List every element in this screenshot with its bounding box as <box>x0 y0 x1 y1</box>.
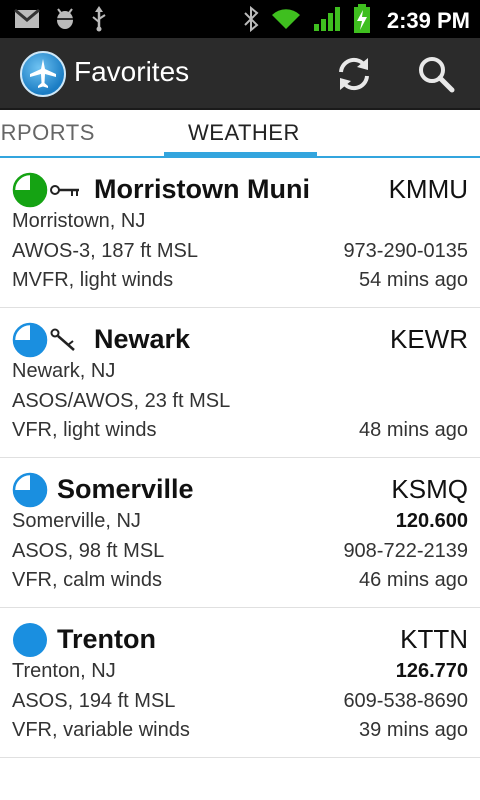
airport-location: Morristown, NJ <box>12 210 146 232</box>
tab-airports[interactable]: IRPORTS <box>0 120 95 146</box>
airport-ident: KMMU <box>388 174 468 204</box>
page-title: Favorites <box>74 56 190 87</box>
flight-category-vfr-icon <box>12 322 48 358</box>
tab-weather[interactable]: WEATHER <box>188 120 300 146</box>
android-debug-icon <box>54 7 76 35</box>
phone-number[interactable]: 973-290-0135 <box>343 240 468 263</box>
airport-location: Somerville, NJ <box>12 510 141 532</box>
list-item[interactable]: Somerville KSMQ Somerville, NJ ASOS, 98 … <box>0 458 480 608</box>
gmail-icon <box>14 8 40 33</box>
wifi-icon <box>271 7 301 35</box>
refresh-icon <box>339 57 369 91</box>
search-icon <box>419 57 455 93</box>
tab-bar: IRPORTS WEATHER <box>0 110 480 158</box>
usb-icon <box>90 6 108 36</box>
airport-ident: KSMQ <box>391 474 468 504</box>
flight-category-vfr-icon <box>12 472 48 508</box>
report-age: 48 mins ago <box>359 419 468 441</box>
status-bar: 2:39 PM <box>0 0 480 38</box>
phone-number[interactable]: 908-722-2139 <box>343 540 468 563</box>
wind-barb-icon <box>50 328 75 351</box>
weather-station: ASOS, 194 ft MSL <box>12 690 176 712</box>
weather-station: ASOS, 98 ft MSL <box>12 540 165 562</box>
signal-icon <box>313 6 341 36</box>
list-item[interactable]: Newark KEWR Newark, NJ ASOS/AWOS, 23 ft … <box>0 308 480 458</box>
bluetooth-icon <box>243 5 259 36</box>
flight-category-mvfr-icon <box>12 172 48 208</box>
battery-charging-icon <box>353 4 371 38</box>
airport-name: Somerville <box>57 474 194 504</box>
frequency: 126.770 <box>395 660 468 682</box>
status-clock: 2:39 PM <box>386 8 470 33</box>
action-bar: Favorites <box>0 38 480 110</box>
airport-name: Newark <box>94 324 191 354</box>
weather-station: AWOS-3, 187 ft MSL <box>12 240 198 262</box>
report-age: 54 mins ago <box>359 269 468 291</box>
flight-category-vfr-icon <box>13 623 47 657</box>
airport-ident: KEWR <box>390 324 468 354</box>
report-age: 39 mins ago <box>359 719 468 741</box>
weather-conditions: VFR, light winds <box>12 419 157 441</box>
airport-location: Newark, NJ <box>12 360 116 382</box>
report-age: 46 mins ago <box>359 569 468 591</box>
search-button[interactable] <box>414 52 458 96</box>
airport-location: Trenton, NJ <box>12 660 116 682</box>
weather-station: ASOS/AWOS, 23 ft MSL <box>12 390 231 412</box>
list-item[interactable]: Morristown Muni KMMU Morristown, NJ AWOS… <box>0 158 480 308</box>
refresh-button[interactable] <box>332 52 376 96</box>
airport-ident: KTTN <box>400 624 468 654</box>
weather-conditions: MVFR, light winds <box>12 269 174 291</box>
favorites-list: Morristown Muni KMMU Morristown, NJ AWOS… <box>0 158 480 758</box>
frequency: 120.600 <box>395 510 468 532</box>
weather-conditions: VFR, calm winds <box>12 569 163 591</box>
list-item[interactable]: Trenton KTTN Trenton, NJ ASOS, 194 ft MS… <box>0 608 480 758</box>
app-airplane-icon[interactable] <box>20 51 66 97</box>
airport-name: Morristown Muni <box>94 174 310 204</box>
airport-name: Trenton <box>57 624 156 654</box>
weather-conditions: VFR, variable winds <box>12 719 190 741</box>
phone-number[interactable]: 609-538-8690 <box>343 690 468 713</box>
wind-barb-icon <box>50 185 79 196</box>
